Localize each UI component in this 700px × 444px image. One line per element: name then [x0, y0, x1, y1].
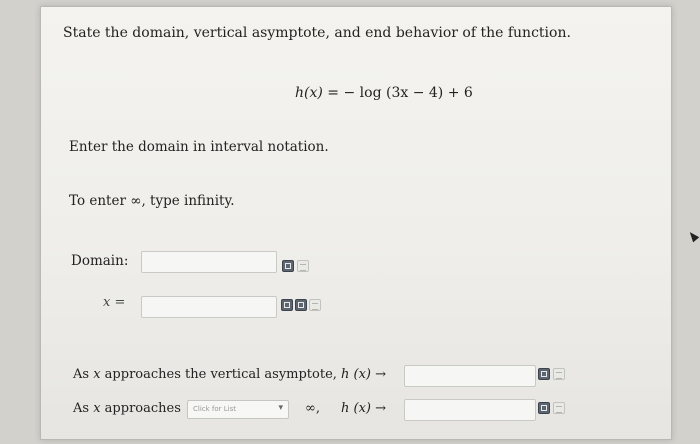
row1-variable: x: [93, 367, 101, 382]
row2-suffix: approaches: [100, 401, 181, 416]
mouse-cursor-icon: [686, 229, 700, 243]
row2-hx-label: h (x) →: [341, 401, 387, 416]
direction-select[interactable]: Click for List ▾: [187, 400, 289, 419]
matrix-editor-icon[interactable]: [295, 299, 307, 311]
asymptote-input[interactable]: [141, 296, 277, 318]
question-panel: State the domain, vertical asymptote, an…: [40, 6, 700, 440]
domain-instruction: Enter the domain in interval notation.: [69, 139, 329, 155]
infinity-comma: ∞,: [305, 401, 320, 416]
preview-icon[interactable]: [553, 402, 565, 414]
equation-editor-icon[interactable]: [538, 368, 550, 380]
function-definition: h(x) = − log (3x − 4) + 6: [295, 85, 473, 101]
end-behavior-input-2[interactable]: [404, 399, 536, 421]
function-argument: (x): [304, 85, 323, 101]
row2-prefix: As: [73, 401, 94, 416]
row1-suffix: approaches the vertical asymptote,: [100, 367, 337, 382]
infinity-hint: To enter ∞, type infinity.: [69, 193, 235, 209]
preview-icon[interactable]: [309, 299, 321, 311]
equation-editor-icon[interactable]: [282, 260, 294, 272]
row1-hx-label: h (x) →: [341, 367, 387, 382]
function-name: h: [295, 85, 305, 101]
function-expression: = − log (3x − 4) + 6: [322, 85, 473, 101]
end-behavior-row1-label: As x approaches the vertical asymptote,: [73, 367, 337, 382]
preview-icon[interactable]: [297, 260, 309, 272]
equation-editor-icon[interactable]: [281, 299, 293, 311]
end-behavior-input-1[interactable]: [404, 365, 536, 387]
asymptote-label: x =: [103, 295, 126, 310]
row1-prefix: As: [73, 367, 94, 382]
direction-select-placeholder: Click for List: [193, 405, 236, 413]
preview-icon[interactable]: [553, 368, 565, 380]
row2-variable: x: [93, 401, 101, 416]
question-prompt: State the domain, vertical asymptote, an…: [63, 25, 571, 41]
domain-label: Domain:: [71, 253, 129, 269]
chevron-down-icon: ▾: [278, 403, 283, 413]
equation-editor-icon[interactable]: [538, 402, 550, 414]
end-behavior-row2-label: As x approaches: [73, 401, 181, 416]
domain-input[interactable]: [141, 251, 277, 273]
